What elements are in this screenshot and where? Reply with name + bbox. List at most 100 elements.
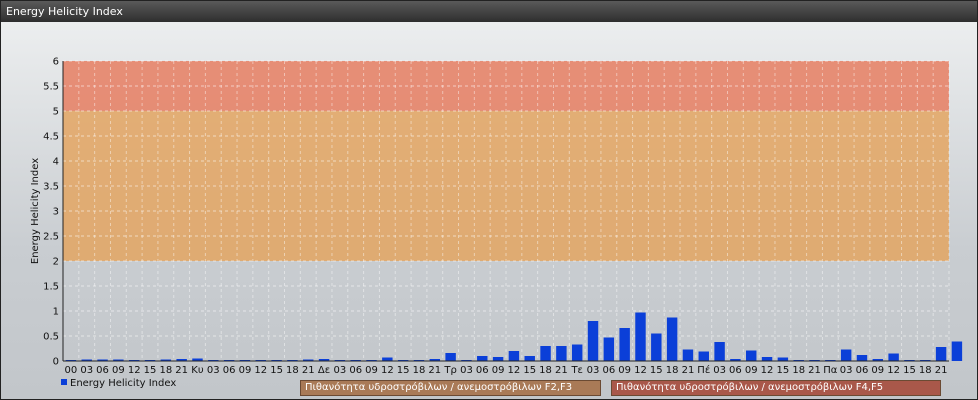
- x-tick-labels: 00 03 06 09 12 15 18 21 Κυ 03 06 09 12 15 18 21 Δε 03 06 09…: [65, 364, 948, 376]
- x-tick-label: 06: [223, 365, 236, 376]
- bar: [777, 357, 789, 361]
- bar: [635, 312, 646, 361]
- x-tick-label: 09: [112, 365, 125, 376]
- bar: [935, 347, 947, 361]
- bar: [619, 328, 630, 361]
- bar: [445, 353, 456, 361]
- x-tick-label: 06: [729, 365, 742, 376]
- bar: [382, 357, 393, 361]
- x-tick-label: 15: [270, 365, 283, 376]
- y-tick-label: 2.5: [43, 232, 59, 243]
- x-tick-label: Πα: [823, 365, 838, 376]
- y-tick-label: 3: [53, 207, 59, 218]
- x-tick-label: 18: [792, 365, 805, 376]
- bar: [666, 317, 678, 361]
- y-tick-label: 4: [53, 157, 59, 168]
- bar: [603, 337, 615, 361]
- x-tick-label: 21: [808, 365, 821, 376]
- band-label-f2-f3: Πιθανότητα υδροστρόβιλων / ανεμοστρόβιλω…: [300, 380, 601, 396]
- y-tick-label: 5.5: [43, 82, 59, 93]
- window-title: Energy Helicity Index: [1, 1, 977, 22]
- y-tick-label: 1: [53, 307, 59, 318]
- x-tick-label: 21: [302, 365, 315, 376]
- x-tick-label: 21: [428, 365, 441, 376]
- band-label-f4-f5: Πιθανότητα υδροστρόβιλων / ανεμοστρόβιλω…: [611, 380, 941, 396]
- x-tick-label: 12: [254, 365, 267, 376]
- y-tick-labels: 0 0.5 1 1.5 2 2.5 3 3.5 4 4.5 5 5.5 6: [43, 57, 59, 368]
- x-tick-label: 21: [175, 365, 188, 376]
- x-tick-label: 15: [777, 365, 790, 376]
- x-tick-label: 06: [96, 365, 109, 376]
- x-tick-label: 03: [587, 365, 600, 376]
- x-tick-label: 06: [349, 365, 362, 376]
- x-tick-label: 15: [650, 365, 663, 376]
- y-axis-label: Energy Helicity Index: [30, 158, 41, 264]
- legend: Energy Helicity Index: [61, 378, 176, 389]
- x-tick-label: 15: [903, 365, 916, 376]
- x-tick-label: 06: [476, 365, 489, 376]
- chart-panel: 0 0.5 1 1.5 2 2.5 3 3.5 4 4.5 5 5.5 6 00 03 06 09 12 15 18…: [1, 22, 977, 399]
- x-tick-label: 15: [144, 365, 157, 376]
- x-tick-label: 18: [539, 365, 552, 376]
- x-tick-label: 09: [618, 365, 631, 376]
- bar: [571, 344, 583, 361]
- x-tick-label: 15: [523, 365, 536, 376]
- x-tick-label: 18: [286, 365, 299, 376]
- y-tick-label: 0.5: [43, 332, 59, 343]
- bar: [746, 350, 757, 361]
- x-tick-label: 21: [682, 365, 695, 376]
- x-tick-label: Δε: [318, 365, 330, 376]
- chart-canvas: 00.511.522.533.544.555.56 00 03 06 09 12 15 18…: [30, 57, 963, 389]
- x-tick-label: Τρ: [443, 365, 456, 376]
- bar-series: [65, 312, 963, 361]
- chart-window: Energy Helicity Index 0 0.5 1 1.5 2 2.5 3 3.5 4 4…: [0, 0, 978, 400]
- x-tick-label: 15: [397, 365, 410, 376]
- x-tick-label: 18: [159, 365, 172, 376]
- x-tick-label: 12: [761, 365, 774, 376]
- x-tick-label: 03: [80, 365, 93, 376]
- x-tick-label: 12: [887, 365, 900, 376]
- x-tick-label: 03: [460, 365, 473, 376]
- y-tick-label: 1.5: [43, 282, 59, 293]
- bar: [540, 346, 551, 361]
- x-tick-label: Κυ: [191, 365, 204, 376]
- bar: [714, 342, 725, 361]
- bar: [856, 355, 868, 361]
- x-tick-label: 06: [602, 365, 615, 376]
- y-tick-label: 6: [53, 57, 59, 68]
- x-tick-label: 18: [919, 365, 932, 376]
- y-tick-label: 2: [53, 257, 59, 268]
- bar: [492, 357, 504, 361]
- legend-swatch: [61, 379, 67, 385]
- bar: [682, 349, 694, 361]
- bar: [477, 356, 488, 361]
- y-tick-label: 0: [53, 357, 59, 368]
- x-tick-label: 21: [555, 365, 568, 376]
- x-tick-label: 21: [935, 365, 948, 376]
- x-tick-label: 18: [413, 365, 426, 376]
- x-tick-label: 12: [634, 365, 647, 376]
- bar: [951, 341, 963, 361]
- x-tick-label: Τε: [570, 365, 583, 376]
- x-tick-label: 06: [856, 365, 869, 376]
- bar: [556, 346, 567, 361]
- x-tick-label: 12: [128, 365, 141, 376]
- y-tick-label: 4.5: [43, 132, 59, 143]
- x-tick-label: 12: [508, 365, 521, 376]
- x-tick-label: 09: [492, 365, 505, 376]
- x-tick-label: Πέ: [697, 364, 710, 376]
- bar: [651, 333, 662, 361]
- bar: [888, 353, 899, 361]
- x-tick-label: 03: [840, 365, 853, 376]
- bar: [761, 357, 773, 361]
- x-tick-label: 09: [239, 365, 252, 376]
- bar: [524, 356, 535, 361]
- bar: [698, 351, 709, 361]
- x-tick-label: 12: [381, 365, 394, 376]
- y-tick-label: 3.5: [43, 182, 59, 193]
- bar: [587, 321, 599, 361]
- x-tick-label: 09: [745, 365, 758, 376]
- x-tick-label: 09: [365, 365, 378, 376]
- legend-label: Energy Helicity Index: [70, 378, 176, 389]
- bar: [840, 349, 852, 361]
